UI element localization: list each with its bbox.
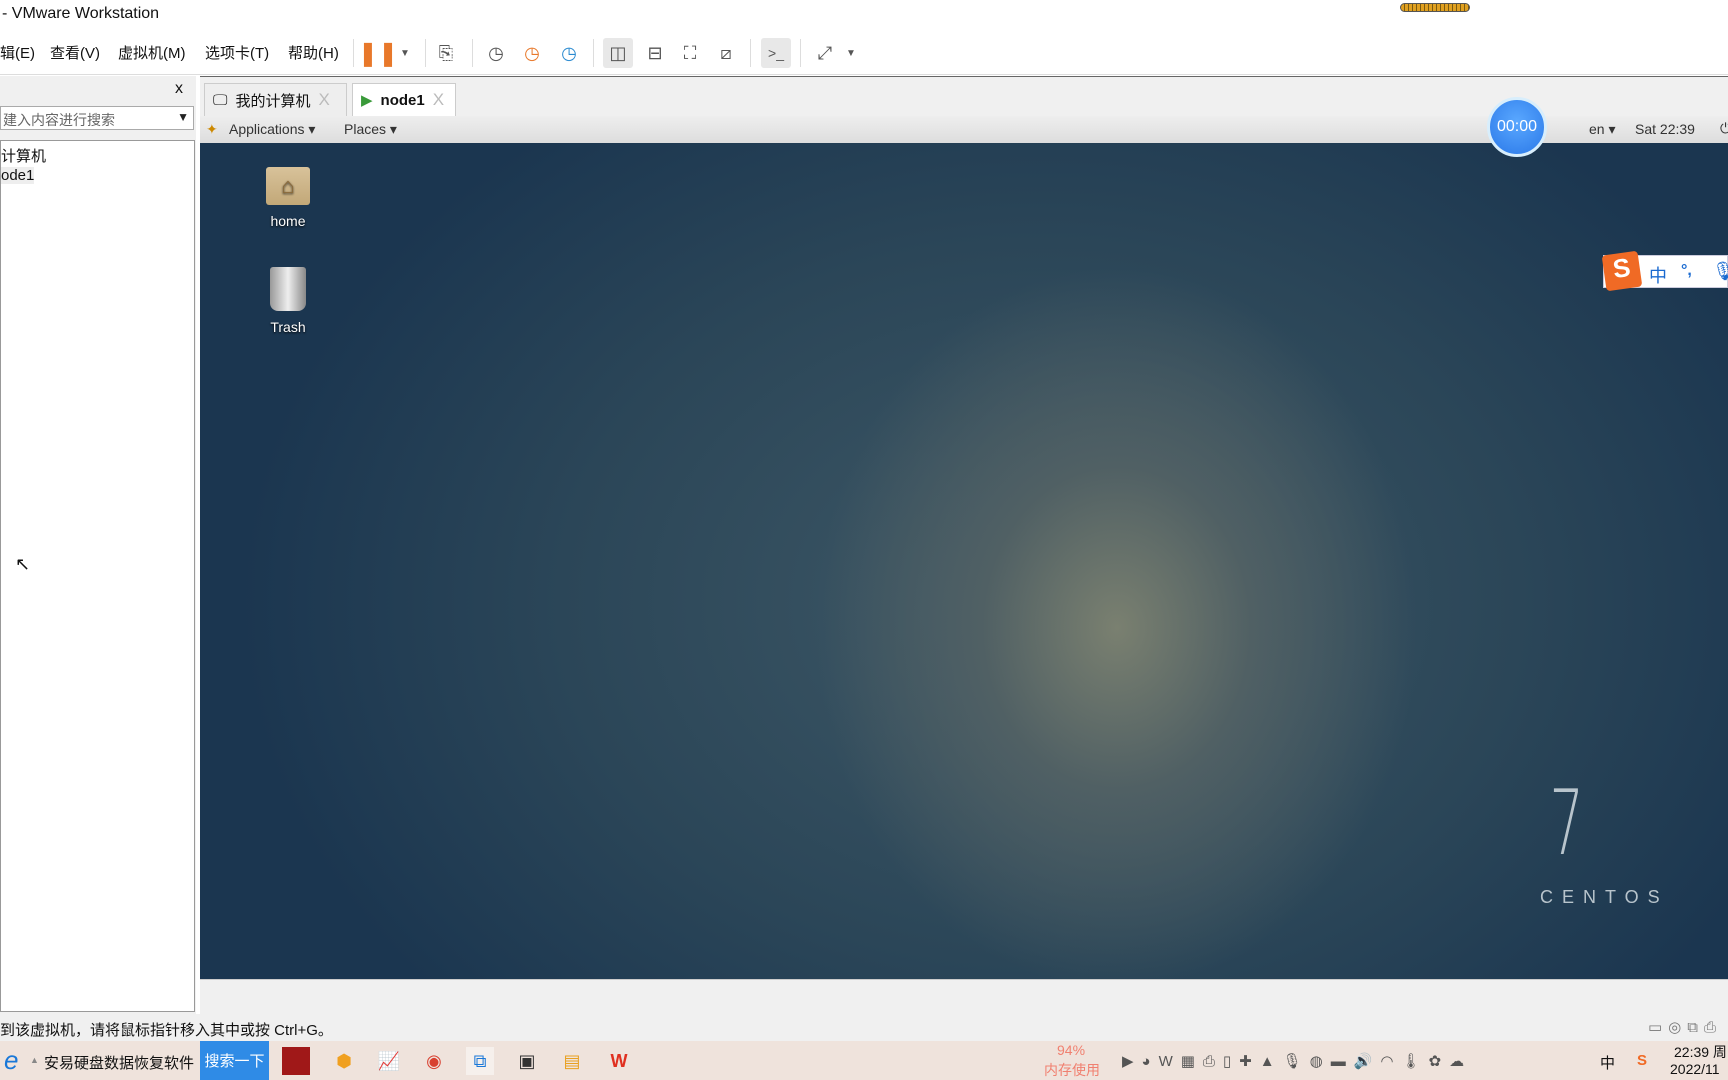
thumbnail-bar-icon[interactable]: ⊟ [640,38,670,68]
gnome-foot-icon: ✦ [206,121,218,137]
separator [593,39,594,67]
library-tree: 计算机 ode1 ↖ [0,140,195,1012]
recording-timer[interactable]: 00:00 [1487,97,1547,157]
terminal-icon[interactable]: ▣ [513,1047,541,1075]
ime-mode[interactable]: 中 [1649,262,1667,288]
tree-item-node1[interactable]: ode1 [1,167,35,184]
language-menu[interactable]: en ▾ [1589,121,1616,138]
tray-date[interactable]: 2022/11 [1670,1061,1720,1077]
mouse-cursor-icon: ↖ [15,554,31,574]
separator [750,39,751,67]
close-icon[interactable]: X [433,90,444,110]
centos-brand: CENTOS [1540,887,1669,907]
desktop-icon-trash[interactable]: Trash [238,267,338,335]
microphone-icon[interactable]: 🎙 [1712,261,1728,282]
title-bar: - VMware Workstation [0,0,1728,31]
monitor-icon: 🖵 [213,91,228,109]
centos-desktop: ⌂ home Trash 7 CENTOS [200,143,1728,979]
unity-icon[interactable]: ⧄ [711,38,741,68]
toolbar: 辑(E) 查看(V) 虚拟机(M) 选项卡(T) 帮助(H) ❚❚ ▼ ⎘ ◷ … [0,31,1728,75]
taskbar-app-orange[interactable]: ⬢ [330,1047,358,1075]
tab-label: node1 [380,91,425,109]
taskbar-app-text[interactable]: 安易硬盘数据恢复软件 [44,1052,194,1073]
snapshot-manager-icon[interactable]: ◷ [554,38,584,68]
wps-icon[interactable]: W [605,1047,633,1075]
taskbar-app-monitor[interactable]: 📈 [375,1047,403,1075]
pause-icon[interactable]: ❚❚ [358,38,398,68]
chevron-up-icon: ▲ [30,1055,39,1065]
windows-taskbar: e ▲ 安易硬盘数据恢复软件 搜索一下 ⬢ 📈 ◉ ⧉ ▣ ▤ W 94% 内存… [0,1041,1728,1080]
separator [800,39,801,67]
sogou-logo-icon: S [1601,250,1643,292]
power-icon[interactable]: ⏻ [1720,120,1728,137]
clock[interactable]: Sat 22:39 [1635,121,1695,137]
separator [472,39,473,67]
tray-time[interactable]: 22:39 周 [1674,1042,1727,1062]
home-folder-icon: ⌂ [266,167,310,205]
library-search-input[interactable]: 建入内容进行搜索 ▼ [0,106,194,130]
separator [353,39,354,67]
menu-tabs[interactable]: 选项卡(T) [205,42,269,63]
search-button[interactable]: 搜索一下 [200,1041,269,1080]
applications-menu[interactable]: Applications ▾ [229,121,315,138]
chevron-down-icon[interactable]: ▼ [836,38,866,68]
trash-icon [270,267,306,311]
snapshot-icon[interactable]: ◷ [481,38,511,68]
ime-tray[interactable]: 中 [1600,1052,1615,1073]
memory-percent: 94% [1057,1042,1086,1058]
tab-my-computer[interactable]: 🖵 我的计算机 X [204,83,347,116]
tree-item-my-computer[interactable]: 计算机 [1,145,46,166]
tray-icons[interactable]: ▶◕W▦⎙▯✚▲🎙◍▬🔊◠🌡✿☁ [1122,1052,1472,1070]
chrome-icon[interactable]: ◉ [420,1047,448,1075]
vm-bottom-bar [200,979,1728,1013]
file-explorer-icon[interactable]: ▤ [558,1047,586,1075]
show-library-icon[interactable]: ◫ [603,38,633,68]
separator [425,39,426,67]
ie-icon[interactable]: e [4,1045,18,1076]
memory-label: 内存使用 [1044,1062,1100,1078]
sogou-ime-bar[interactable]: S 中 °, 🎙 [1601,250,1728,292]
status-bar: 到该虚拟机，请将鼠标指针移入其中或按 Ctrl+G。 ▭◎⧉⎙ [0,1014,1728,1041]
desktop-icon-home[interactable]: ⌂ home [238,167,338,229]
vmware-icon[interactable]: ⧉ [466,1047,494,1075]
menu-edit[interactable]: 辑(E) [0,42,35,63]
vm-running-icon: ▶ [361,92,373,109]
chevron-down-icon[interactable]: ▼ [390,38,420,68]
sogou-tray-icon[interactable]: S [1637,1052,1647,1069]
window-title: - VMware Workstation [2,5,160,22]
ime-punctuation[interactable]: °, [1681,262,1692,280]
icon-label: Trash [270,319,306,335]
progress-indicator [1400,3,1470,12]
close-icon[interactable]: x [175,80,183,98]
menu-vm[interactable]: 虚拟机(M) [118,42,186,63]
console-icon[interactable]: >_ [761,38,791,68]
menu-help[interactable]: 帮助(H) [288,42,339,63]
library-panel: x 建入内容进行搜索 ▼ 计算机 ode1 ↖ [0,76,196,1014]
send-keys-icon[interactable]: ⎘ [431,38,461,68]
revert-snapshot-icon[interactable]: ◷ [517,38,547,68]
status-message: 到该虚拟机，请将鼠标指针移入其中或按 Ctrl+G。 [0,1022,333,1039]
device-icons[interactable]: ▭◎⧉⎙ [1648,1018,1722,1036]
taskbar-app-red[interactable] [282,1047,310,1075]
fullscreen-icon[interactable]: ⛶ [675,38,705,68]
icon-label: home [270,213,306,229]
tab-node1[interactable]: ▶ node1 X [352,83,456,116]
close-icon[interactable]: X [318,90,329,110]
menu-view[interactable]: 查看(V) [50,42,100,63]
chevron-down-icon[interactable]: ▼ [177,110,189,124]
centos-version: 7 [1549,771,1584,876]
tab-label: 我的计算机 [235,92,311,110]
search-placeholder: 建入内容进行搜索 [3,112,115,128]
places-menu[interactable]: Places ▾ [344,121,397,138]
